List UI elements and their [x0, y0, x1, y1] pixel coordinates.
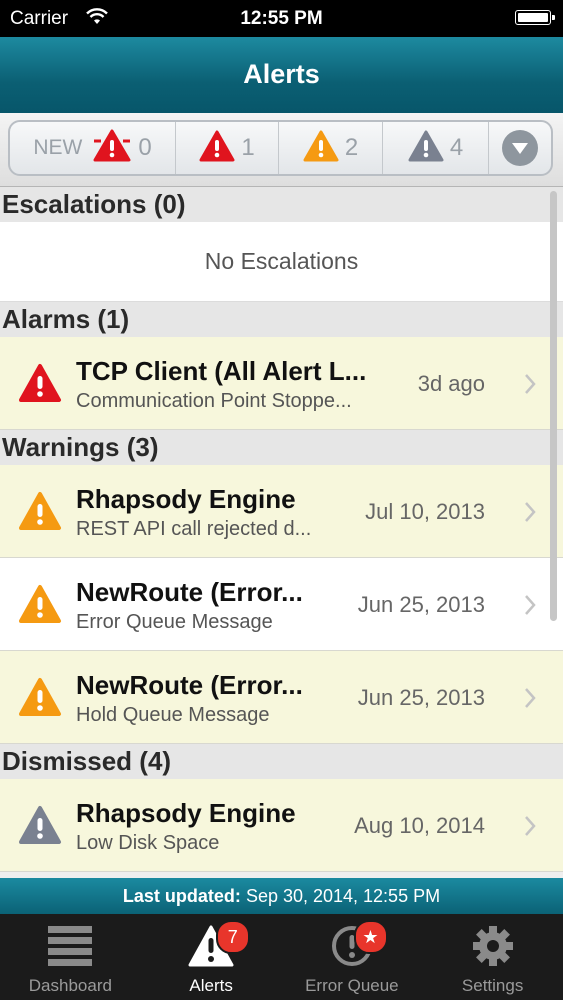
dismissed-count: 4 — [449, 134, 464, 161]
nav-bar: Alerts — [0, 37, 563, 114]
list-item[interactable]: Rhapsody Engine REST API call rejected d… — [0, 465, 563, 558]
new-label: NEW — [33, 136, 83, 159]
chevron-right-icon — [524, 815, 536, 837]
alert-filter-bar: NEW 0 1 2 4 — [8, 120, 553, 176]
filter-bar-container: NEW 0 1 2 4 — [0, 113, 563, 187]
last-updated-banner: Last updated: Sep 30, 2014, 12:55 PM — [0, 878, 563, 914]
chevron-right-icon — [524, 687, 536, 709]
clock: 12:55 PM — [240, 8, 323, 29]
alert-date: 3d ago — [417, 371, 485, 396]
alert-description: Low Disk Space — [76, 832, 220, 854]
alarm-count: 1 — [241, 134, 255, 161]
list-item[interactable]: NewRoute (Error... Hold Queue Message Ju… — [0, 651, 563, 744]
new-alarm-icon — [92, 129, 132, 168]
tab-bar: Dashboard 7 Alerts ★ Error Queue Setting… — [0, 914, 563, 1000]
last-updated-label: Last updated: — [122, 886, 241, 906]
last-updated-value: Sep 30, 2014, 12:55 PM — [245, 886, 441, 906]
scrollbar[interactable] — [550, 191, 557, 621]
filter-warnings[interactable]: 2 — [279, 122, 383, 174]
tab-label: Dashboard — [28, 976, 112, 995]
alert-date: Jul 10, 2013 — [365, 499, 485, 524]
section-header-dismissed: Dismissed (4) — [0, 744, 563, 779]
tab-error-queue[interactable]: ★ Error Queue — [282, 914, 423, 1000]
alerts-badge: 7 — [215, 920, 250, 954]
warning-icon — [18, 584, 62, 624]
warning-icon — [18, 491, 62, 531]
alert-date: Jun 25, 2013 — [357, 592, 485, 617]
filter-new-alarms[interactable]: NEW 0 — [10, 122, 176, 174]
section-header-warnings: Warnings (3) — [0, 430, 563, 465]
alert-list[interactable]: Escalations (0) No Escalations Alarms (1… — [0, 187, 563, 877]
dismissed-icon — [408, 130, 444, 167]
alert-name: NewRoute (Error... — [76, 670, 303, 700]
new-alarm-count: 0 — [138, 134, 152, 161]
warning-icon — [18, 677, 62, 717]
chevron-right-icon — [524, 594, 536, 616]
tab-dashboard[interactable]: Dashboard — [0, 914, 141, 1000]
chevron-right-icon — [524, 373, 536, 395]
alert-date: Aug 10, 2014 — [354, 813, 485, 838]
alert-date: Jun 25, 2013 — [357, 685, 485, 710]
gear-icon — [469, 924, 517, 968]
page-title: Alerts — [243, 59, 320, 89]
alarm-icon — [18, 363, 62, 403]
alert-description: Hold Queue Message — [76, 704, 270, 726]
status-bar: Carrier 12:55 PM — [0, 0, 563, 37]
alert-name: NewRoute (Error... — [76, 577, 303, 607]
alert-name: Rhapsody Engine — [76, 798, 296, 828]
filter-alarms[interactable]: 1 — [176, 122, 279, 174]
list-item[interactable]: TCP Client (All Alert L... Communication… — [0, 337, 563, 430]
alarm-icon — [199, 130, 235, 167]
list-item[interactable]: Rhapsody Engine Low Disk Space Aug 10, 2… — [0, 779, 563, 872]
alert-description: Communication Point Stoppe... — [76, 390, 352, 412]
dashboard-icon — [46, 924, 94, 968]
chevron-right-icon — [524, 501, 536, 523]
battery-icon — [515, 10, 555, 25]
tab-label: Settings — [461, 976, 524, 995]
alert-description: REST API call rejected d... — [76, 518, 312, 540]
dismissed-icon — [18, 805, 62, 845]
alert-name: TCP Client (All Alert L... — [76, 356, 367, 386]
section-header-alarms: Alarms (1) — [0, 302, 563, 337]
chevron-down-icon — [502, 130, 538, 166]
section-header-escalations: Escalations (0) — [0, 187, 563, 222]
tab-settings[interactable]: Settings — [422, 914, 563, 1000]
list-item[interactable]: NewRoute (Error... Error Queue Message J… — [0, 558, 563, 651]
error-queue-badge: ★ — [353, 920, 388, 954]
filter-dropdown-button[interactable] — [489, 122, 551, 174]
alert-name: Rhapsody Engine — [76, 484, 296, 514]
alert-description: Error Queue Message — [76, 611, 273, 633]
tab-alerts[interactable]: 7 Alerts — [141, 914, 282, 1000]
tab-label: Alerts — [189, 976, 233, 995]
empty-escalations: No Escalations — [0, 222, 563, 302]
warning-count: 2 — [344, 134, 359, 161]
filter-dismissed[interactable]: 4 — [383, 122, 489, 174]
warning-icon — [303, 130, 339, 167]
tab-label: Error Queue — [305, 976, 399, 995]
